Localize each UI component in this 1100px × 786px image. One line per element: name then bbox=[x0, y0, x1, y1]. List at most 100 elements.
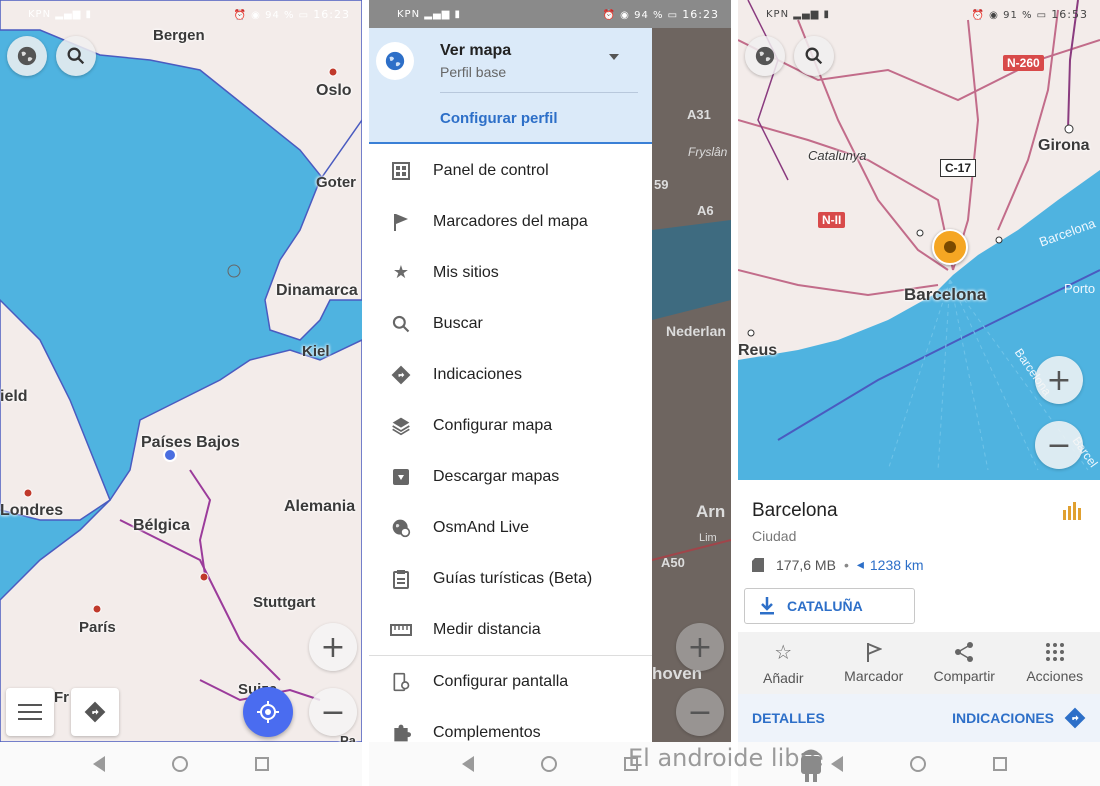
road-shield-c17: C-17 bbox=[940, 159, 977, 177]
location-marker[interactable] bbox=[932, 229, 968, 265]
drawer-item-descargar-mapas[interactable]: Descargar mapas bbox=[369, 451, 652, 502]
directions-icon bbox=[391, 365, 411, 384]
drawer-item-configurar-mapa[interactable]: Configurar mapa bbox=[369, 400, 652, 451]
drawer-item-label: Complementos bbox=[433, 723, 541, 741]
android-mascot-icon bbox=[801, 749, 821, 782]
search-button[interactable] bbox=[56, 36, 96, 76]
action-label: Acciones bbox=[1026, 668, 1084, 684]
meta-separator: • bbox=[843, 556, 849, 573]
my-location-button[interactable] bbox=[243, 687, 293, 737]
zoom-in-button-dim: + bbox=[676, 623, 724, 671]
label-fr: Fr bbox=[54, 689, 69, 706]
globe-refresh-icon bbox=[392, 519, 411, 537]
time-text: 16:23 bbox=[682, 7, 719, 21]
clipboard-icon bbox=[393, 569, 409, 589]
globe-icon bbox=[755, 46, 775, 66]
directions-label: INDICACIONES bbox=[952, 710, 1054, 726]
drawer-header: Ver mapa Perfil base Configurar perfil bbox=[369, 28, 652, 144]
drawer-item-label: Guías turísticas (Beta) bbox=[433, 569, 593, 587]
map-style-button[interactable] bbox=[745, 36, 785, 76]
flag-outline-icon bbox=[866, 643, 882, 662]
back-icon[interactable] bbox=[831, 756, 844, 772]
zoom-in-button[interactable]: + bbox=[309, 623, 357, 671]
home-icon[interactable] bbox=[909, 756, 926, 772]
zoom-in-button[interactable]: + bbox=[1035, 356, 1083, 404]
zoom-out-button-dim: − bbox=[676, 688, 724, 736]
search-button[interactable] bbox=[794, 36, 834, 76]
download-region-button[interactable]: CATALUÑA bbox=[744, 588, 915, 624]
screen-map-europe: KPN ▂▄▆ ▮ ⏰ ◉ 94 % ▭ 16:23 Bergen Oslo G… bbox=[0, 0, 362, 786]
chevron-down-icon[interactable] bbox=[609, 54, 619, 60]
drawer-item-mis-sitios[interactable]: ★ Mis sitios bbox=[369, 247, 652, 298]
download-icon bbox=[393, 468, 409, 485]
label-ield: ield bbox=[0, 388, 28, 405]
plus-icon: + bbox=[1046, 362, 1072, 398]
drawer-item-osmand-live[interactable]: OsmAnd Live bbox=[369, 502, 652, 553]
screen-drawer: KPN ▂▄▆ ▮ ⏰ ◉ 94 % ▭ 16:23 A31 Fryslân 5… bbox=[369, 0, 731, 786]
zoom-out-button[interactable]: − bbox=[1035, 421, 1083, 469]
directions-button[interactable] bbox=[71, 688, 119, 736]
layers-icon bbox=[392, 417, 410, 435]
drawer-item-marcadores[interactable]: Marcadores del mapa bbox=[369, 196, 652, 247]
minus-icon: − bbox=[1046, 427, 1072, 463]
profile-title: Ver mapa bbox=[440, 42, 512, 59]
drawer-item-configurar-pantalla[interactable]: Configurar pantalla bbox=[369, 656, 652, 707]
label-girona: Girona bbox=[1038, 137, 1090, 154]
label-goter: Goter bbox=[316, 174, 357, 191]
minus-icon: − bbox=[687, 694, 713, 730]
location-type: Ciudad bbox=[752, 528, 797, 544]
download-arrow-icon bbox=[760, 597, 774, 615]
share-icon bbox=[955, 642, 974, 662]
drawer-item-panel-de-control[interactable]: Panel de control bbox=[369, 145, 652, 196]
star-outline-icon: ☆ bbox=[774, 640, 793, 664]
recents-icon[interactable] bbox=[992, 757, 1007, 771]
back-icon[interactable] bbox=[93, 756, 106, 772]
drawer-item-medir-distancia[interactable]: Medir distancia bbox=[369, 604, 652, 655]
configure-profile-link[interactable]: Configurar perfil bbox=[440, 110, 558, 127]
label-catalunya: Catalunya bbox=[808, 148, 867, 163]
map-europe[interactable] bbox=[0, 0, 362, 786]
action-add[interactable]: ☆ Añadir bbox=[738, 632, 829, 694]
action-share[interactable]: Compartir bbox=[919, 632, 1010, 694]
drawer-item-buscar[interactable]: Buscar bbox=[369, 298, 652, 349]
status-right: ⏰ ◉ 94 % ▭ 16:23 bbox=[233, 7, 350, 21]
label-59: 59 bbox=[654, 177, 669, 192]
status-right: ⏰ ◉ 94 % ▭ 16:23 bbox=[602, 7, 719, 21]
label-porto: Porto bbox=[1064, 281, 1096, 296]
label-alemania: Alemania bbox=[284, 498, 356, 515]
directions-button[interactable]: INDICACIONES bbox=[952, 707, 1086, 729]
drawer-item-guias[interactable]: Guías turísticas (Beta) bbox=[369, 553, 652, 604]
action-label: Compartir bbox=[933, 668, 995, 684]
label-frysian: Fryslân bbox=[688, 145, 728, 159]
details-button[interactable]: DETALLES bbox=[752, 710, 825, 726]
label-a50: A50 bbox=[661, 555, 685, 570]
screen-settings-icon bbox=[393, 672, 410, 691]
battery-text: 91 % bbox=[1003, 9, 1033, 21]
dashboard-icon bbox=[392, 161, 410, 180]
label-paises-bajos: Países Bajos bbox=[141, 434, 240, 451]
profile-subtitle: Perfil base bbox=[440, 64, 507, 80]
home-icon[interactable] bbox=[540, 756, 557, 772]
menu-button[interactable] bbox=[6, 688, 54, 736]
plus-icon: + bbox=[320, 629, 346, 665]
navigation-drawer: Ver mapa Perfil base Configurar perfil P… bbox=[369, 0, 652, 742]
zoom-out-button[interactable]: − bbox=[309, 688, 357, 736]
action-label: Añadir bbox=[763, 670, 804, 686]
back-icon[interactable] bbox=[462, 756, 475, 772]
action-more[interactable]: Acciones bbox=[1010, 632, 1100, 694]
label-oslo: Oslo bbox=[316, 82, 352, 99]
location-meta: 177,6 MB • ◂ 1238 km bbox=[752, 556, 924, 573]
action-marker[interactable]: Marcador bbox=[829, 632, 920, 694]
map-size: 177,6 MB bbox=[776, 556, 836, 573]
drawer-item-indicaciones[interactable]: Indicaciones bbox=[369, 349, 652, 400]
profile-avatar[interactable] bbox=[376, 42, 414, 80]
home-icon[interactable] bbox=[171, 756, 188, 772]
marker-dot-icon bbox=[944, 241, 956, 253]
recents-icon[interactable] bbox=[254, 757, 269, 771]
search-icon bbox=[67, 47, 85, 65]
label-a6: A6 bbox=[697, 203, 714, 218]
map-style-button[interactable] bbox=[7, 36, 47, 76]
action-label: Marcador bbox=[844, 668, 904, 684]
drawer-item-label: Buscar bbox=[433, 314, 483, 332]
status-bar: KPN ▂▄▆ ▮ ⏰ ◉ 91 % ▭ 16:53 bbox=[738, 0, 1100, 28]
